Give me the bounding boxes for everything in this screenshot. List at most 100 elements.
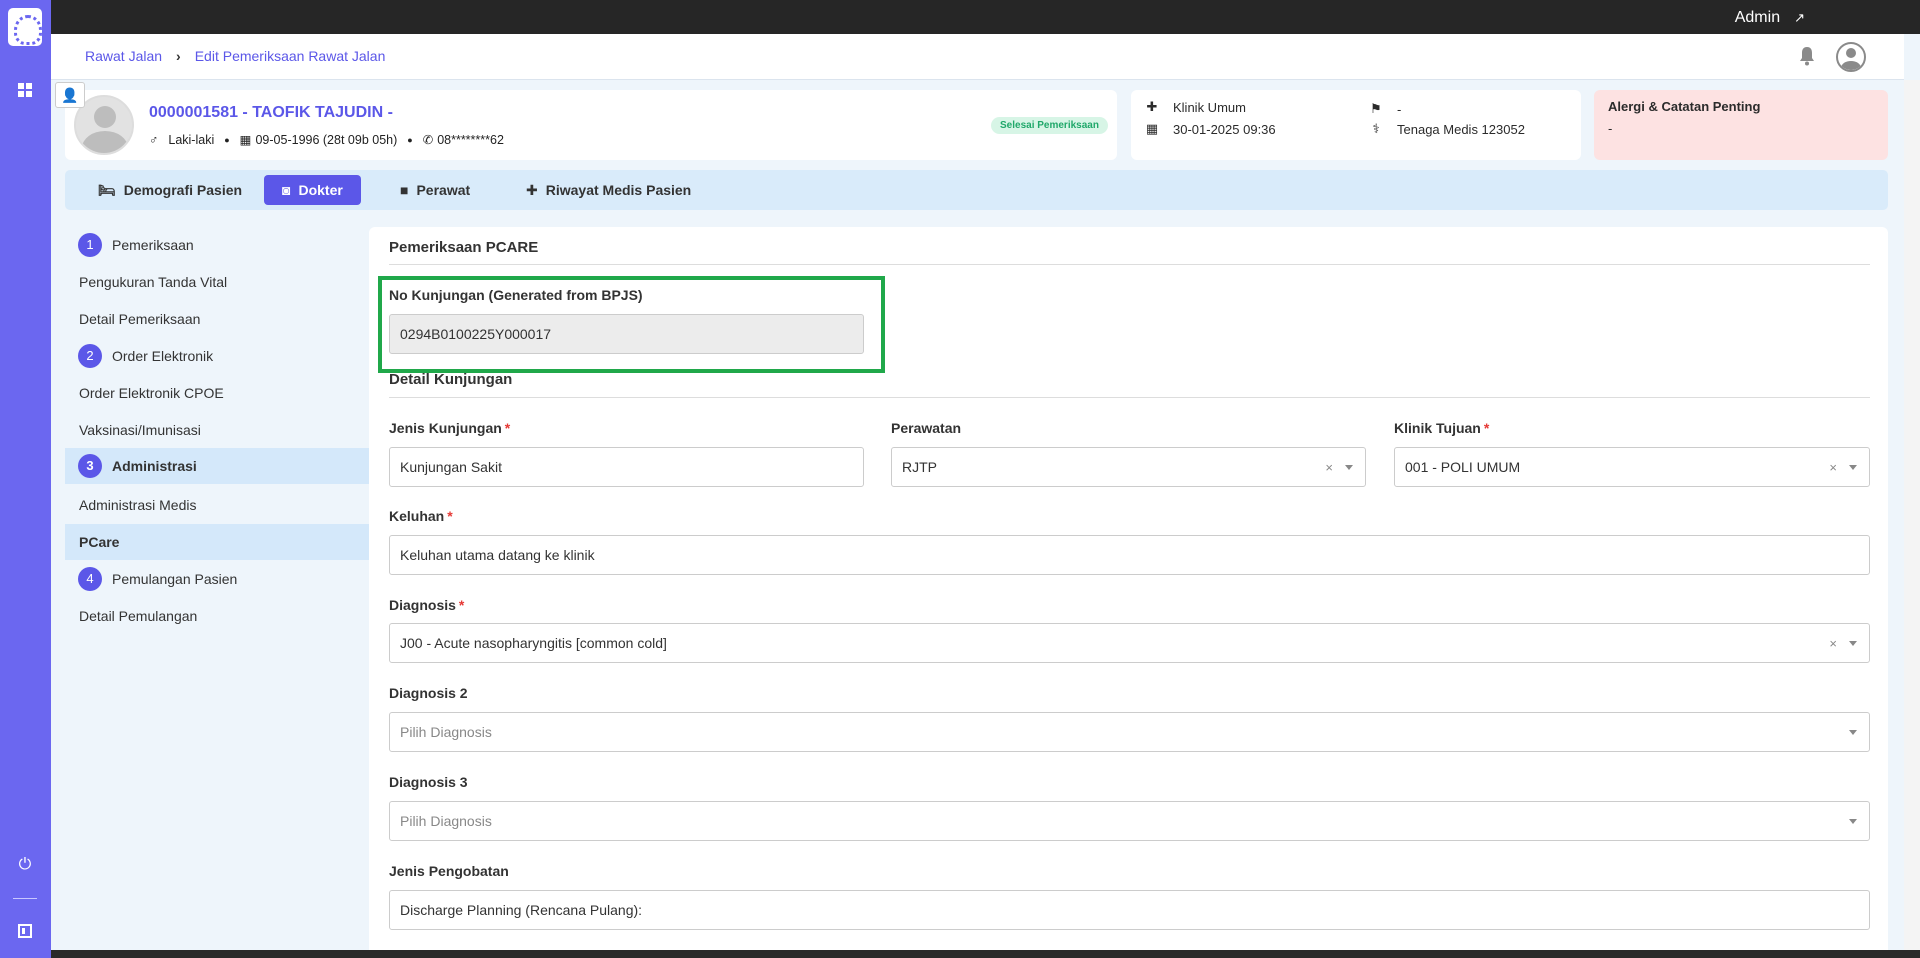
tab-label: Riwayat Medis Pasien xyxy=(545,182,692,198)
required-mark: * xyxy=(1483,420,1490,436)
klinik-tujuan-label: Klinik Tujuan * xyxy=(1394,420,1489,436)
step-label: Pemeriksaan xyxy=(112,237,194,253)
person-bed-icon: 🛏 xyxy=(98,181,116,198)
patient-phone: 08********62 xyxy=(437,132,504,147)
calendar-icon: ▦ xyxy=(239,133,252,147)
chevron-down-icon[interactable] xyxy=(1849,729,1857,735)
klinik-tujuan-select[interactable]: 001 - POLI UMUM × xyxy=(1394,447,1870,487)
breadcrumb-rawat-jalan[interactable]: Rawat Jalan xyxy=(85,48,162,64)
step-item-administrasi-medis[interactable]: Administrasi Medis xyxy=(65,487,369,523)
allergy-title: Alergi & Catatan Penting xyxy=(1608,99,1761,114)
step-item-detail-pemeriksaan[interactable]: Detail Pemeriksaan xyxy=(65,301,369,337)
step-number: 3 xyxy=(78,454,102,478)
breadcrumb: Rawat Jalan › Edit Pemeriksaan Rawat Jal… xyxy=(85,48,385,64)
visit-clinic-row: ✚ Klinik Umum xyxy=(1145,99,1246,115)
diagnosis-2-label: Diagnosis 2 xyxy=(389,685,468,701)
jenis-pengobatan-field[interactable]: Discharge Planning (Rencana Pulang): xyxy=(389,890,1870,930)
field-value: 001 - POLI UMUM xyxy=(1405,459,1521,475)
clear-icon[interactable]: × xyxy=(1829,636,1837,651)
chevron-down-icon[interactable] xyxy=(1849,640,1857,646)
flag-icon: ⚑ xyxy=(1370,101,1382,116)
step-item-pcare[interactable]: PCare xyxy=(65,524,369,560)
required-mark: * xyxy=(447,508,453,524)
page-scrollbar[interactable] xyxy=(1904,80,1920,958)
external-link-icon: ↗ xyxy=(1794,10,1805,25)
diagnosis-select[interactable]: J00 - Acute nasopharyngitis [common cold… xyxy=(389,623,1870,663)
step-pemeriksaan[interactable]: 1 Pemeriksaan xyxy=(65,227,369,263)
medical-cross-icon: ✚ xyxy=(1146,99,1158,114)
grid-icon[interactable] xyxy=(16,82,34,100)
perawatan-select[interactable]: RJTP × xyxy=(891,447,1366,487)
separator-dot: ● xyxy=(224,134,230,145)
sidebar: ⏻ xyxy=(0,0,51,958)
step-item-vaksinasi[interactable]: Vaksinasi/Imunisasi xyxy=(65,412,369,448)
field-placeholder: Pilih Diagnosis xyxy=(400,724,492,740)
medical-cross-icon: ✚ xyxy=(526,181,538,198)
jenis-kunjungan-label: Jenis Kunjungan * xyxy=(389,420,510,436)
step-number: 1 xyxy=(78,233,102,257)
admin-label: Admin xyxy=(1734,9,1781,26)
visit-medic: Tenaga Medis 123052 xyxy=(1397,121,1525,137)
highlight-box xyxy=(378,276,885,373)
steps-nav: 1 Pemeriksaan Pengukuran Tanda Vital Det… xyxy=(65,227,369,958)
chevron-down-icon[interactable] xyxy=(1849,464,1857,470)
field-value: Keluhan utama datang ke klinik xyxy=(400,547,595,563)
diagnosis-3-select[interactable]: Pilih Diagnosis xyxy=(389,801,1870,841)
tab-label: Dokter xyxy=(298,182,343,198)
visit-datetime: 30-01-2025 09:36 xyxy=(1173,121,1276,137)
male-icon: ♂ xyxy=(149,132,159,147)
diagnosis-2-select[interactable]: Pilih Diagnosis xyxy=(389,712,1870,752)
label-text: Diagnosis xyxy=(389,597,456,613)
top-bar: Admin ↗ xyxy=(0,0,1920,34)
visit-date-row: ▦ 30-01-2025 09:36 xyxy=(1145,121,1276,137)
admin-menu[interactable]: Admin ↗ xyxy=(1735,9,1805,27)
patient-dob: 09-05-1996 (28t 09b 05h) xyxy=(255,132,398,147)
jenis-pengobatan-label: Jenis Pengobatan xyxy=(389,863,509,879)
tab-perawat[interactable]: ■ Perawat xyxy=(382,175,488,205)
step-order-elektronik[interactable]: 2 Order Elektronik xyxy=(65,338,369,374)
step-administrasi[interactable]: 3 Administrasi xyxy=(65,448,369,484)
clear-icon[interactable]: × xyxy=(1325,460,1333,475)
required-mark: * xyxy=(458,597,465,613)
field-placeholder: Pilih Diagnosis xyxy=(400,813,492,829)
step-pemulangan-pasien[interactable]: 4 Pemulangan Pasien xyxy=(65,561,369,597)
visit-medic-row: ⚕ Tenaga Medis 123052 xyxy=(1369,121,1525,137)
step-item-order-elektronik-cpoe[interactable]: Order Elektronik CPOE xyxy=(65,375,369,411)
field-value: J00 - Acute nasopharyngitis [common cold… xyxy=(400,635,667,651)
step-number: 2 xyxy=(78,344,102,368)
panel-icon[interactable] xyxy=(16,924,34,942)
patient-name: 0000001581 - TAOFIK TAJUDIN - xyxy=(149,104,393,121)
tab-dokter[interactable]: ◙ Dokter xyxy=(264,175,361,205)
bell-icon[interactable] xyxy=(1798,46,1816,66)
clear-icon[interactable]: × xyxy=(1829,460,1837,475)
patient-card: 0000001581 - TAOFIK TAJUDIN - ♂ Laki-lak… xyxy=(65,90,1117,160)
patient-meta: ♂ Laki-laki ● ▦ 09-05-1996 (28t 09b 05h)… xyxy=(149,132,504,148)
diagnosis-label: Diagnosis * xyxy=(389,597,464,613)
step-item-pengukuran-tanda-vital[interactable]: Pengukuran Tanda Vital xyxy=(65,264,369,300)
field-value: RJTP xyxy=(902,459,937,475)
step-label: Pemulangan Pasien xyxy=(112,571,238,587)
required-mark: * xyxy=(504,420,511,436)
bottom-bar xyxy=(51,950,1920,958)
jenis-kunjungan-field[interactable]: Kunjungan Sakit xyxy=(389,447,864,487)
chevron-down-icon[interactable] xyxy=(1345,464,1353,470)
doctor-note-icon[interactable]: 👤 xyxy=(55,82,85,108)
chevron-down-icon[interactable] xyxy=(1849,818,1857,824)
visit-flag: - xyxy=(1397,101,1402,117)
tab-demografi-pasien[interactable]: 🛏 Demografi Pasien xyxy=(80,175,260,205)
app-logo[interactable] xyxy=(8,8,42,46)
divider xyxy=(389,264,1870,265)
power-icon[interactable]: ⏻ xyxy=(16,856,34,874)
tab-label: Demografi Pasien xyxy=(123,182,243,198)
tab-riwayat-medis-pasien[interactable]: ✚ Riwayat Medis Pasien xyxy=(508,175,709,205)
user-avatar[interactable] xyxy=(1836,42,1866,72)
diagnosis-3-label: Diagnosis 3 xyxy=(389,774,468,790)
section-title-pemeriksaan-pcare: Pemeriksaan PCARE xyxy=(389,239,539,256)
keluhan-field[interactable]: Keluhan utama datang ke klinik xyxy=(389,535,1870,575)
phone-icon: ✆ xyxy=(422,133,434,147)
medic-icon: ⚕ xyxy=(1372,121,1380,136)
step-item-detail-pemulangan[interactable]: Detail Pemulangan xyxy=(65,598,369,634)
doctor-icon: ◙ xyxy=(282,182,291,198)
perawatan-label: Perawatan xyxy=(891,420,962,436)
calendar-icon: ▦ xyxy=(1145,121,1159,136)
